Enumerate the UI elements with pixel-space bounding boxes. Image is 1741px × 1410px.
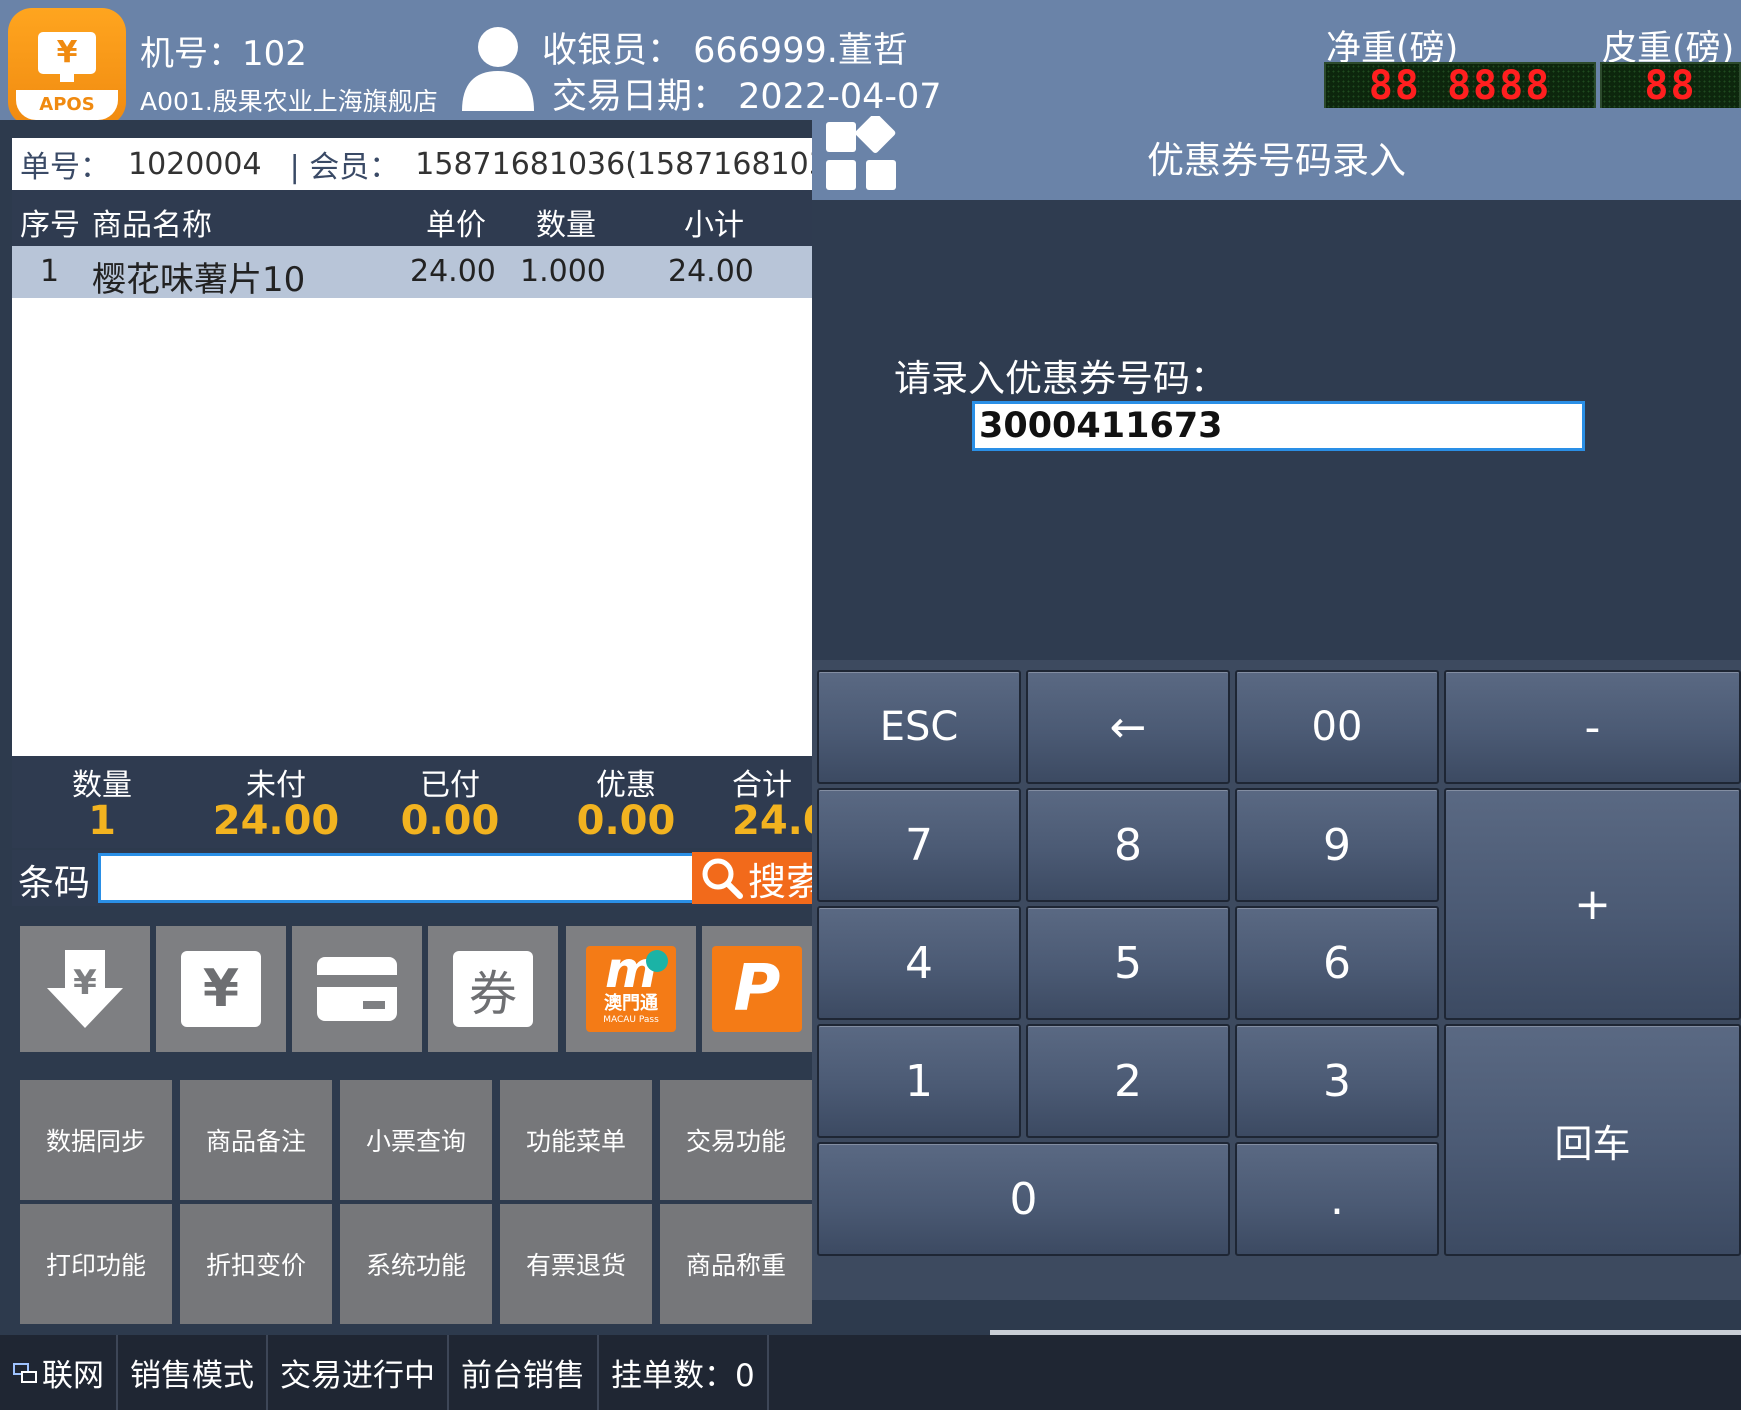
- search-icon: [702, 858, 743, 899]
- col-name: 商品名称: [92, 208, 212, 243]
- macau-pass-icon: m 澳門通 MACAU Pass: [586, 945, 676, 1032]
- row-seq: 1: [40, 254, 60, 289]
- row-subtotal: 24.00: [668, 254, 754, 289]
- decimal-key[interactable]: .: [1235, 1142, 1439, 1256]
- key-6[interactable]: 6: [1235, 906, 1439, 1020]
- user-icon: [462, 27, 534, 111]
- logo-screen-yen-icon: ¥: [38, 32, 96, 74]
- cash-drawer-yen-icon: ¥: [47, 950, 123, 1028]
- yen-cash-icon: ¥: [181, 951, 261, 1027]
- coupon-pay-button[interactable]: 券: [428, 926, 558, 1052]
- network-status-text: 联网: [42, 1358, 104, 1394]
- member-value: 15871681036(15871681036): [415, 146, 859, 182]
- cash-pay-button[interactable]: ¥: [156, 926, 286, 1052]
- plus-key[interactable]: +: [1444, 788, 1741, 1020]
- coupon-prompt: 请录入优惠券号码：: [894, 357, 1227, 400]
- cash-drawer-button[interactable]: ¥: [20, 926, 150, 1052]
- network-icon: [13, 1362, 37, 1383]
- table-row[interactable]: 1 樱花味薯片10 24.00 1.000 24.00: [12, 246, 812, 300]
- tare-weight-display: 88: [1600, 62, 1741, 110]
- card-pay-button[interactable]: [292, 926, 422, 1052]
- barcode-label: 条码: [18, 863, 91, 904]
- minus-key[interactable]: -: [1444, 670, 1741, 784]
- totals-bar: 数量 1 未付 24.00 已付 0.00 优惠 0.00 合计 24.00: [12, 756, 859, 848]
- numeric-keypad: ESC ← 00 - 7 8 9 + 4 5 6 1 2 3 回车 0 .: [812, 660, 1741, 1300]
- key-4[interactable]: 4: [817, 906, 1021, 1020]
- payment-methods: ¥ ¥ 券 m 澳門通 MACAU Pass P: [12, 918, 812, 1058]
- coupon-icon: 券: [453, 951, 533, 1027]
- logo-text: APOS: [16, 90, 118, 120]
- coupon-dialog: 优惠券号码录入 请录入优惠券号码： 3000411673 ESC ← 00 - …: [812, 108, 1741, 1300]
- key-7[interactable]: 7: [817, 788, 1021, 902]
- sales-type-status: 前台销售: [449, 1335, 599, 1410]
- unpaid-value: 24.00: [212, 798, 340, 844]
- barcode-row: 条码 搜索: [12, 850, 832, 906]
- double-zero-key[interactable]: 00: [1235, 670, 1439, 784]
- key-0[interactable]: 0: [817, 1142, 1230, 1256]
- net-weight-display: 88 8888: [1324, 62, 1596, 110]
- col-subtotal: 小计: [684, 208, 744, 243]
- row-qty: 1.000: [520, 254, 606, 289]
- macau-pass-caption: 澳門通: [604, 993, 658, 1014]
- key-9[interactable]: 9: [1235, 788, 1439, 902]
- key-5[interactable]: 5: [1026, 906, 1230, 1020]
- dialog-title-bar: 优惠券号码录入: [812, 108, 1741, 200]
- items-table-header: 序号 商品名称 单价 数量 小计: [12, 190, 812, 246]
- row-name: 樱花味薯片10: [92, 260, 306, 300]
- items-table[interactable]: 1 樱花味薯片10 24.00 1.000 24.00: [12, 246, 812, 756]
- logo-stand: [60, 74, 74, 82]
- macau-pass-subcaption: MACAU Pass: [603, 1015, 659, 1025]
- receipt-query-button[interactable]: 小票查询: [340, 1080, 492, 1200]
- bank-card-icon: [317, 957, 397, 1021]
- col-qty: 数量: [536, 208, 596, 243]
- col-seq: 序号: [20, 208, 80, 243]
- apos-logo: ¥ APOS: [8, 8, 126, 126]
- backspace-key[interactable]: ←: [1026, 670, 1230, 784]
- esc-key[interactable]: ESC: [817, 670, 1021, 784]
- background-strip: [812, 1300, 1741, 1330]
- key-3[interactable]: 3: [1235, 1024, 1439, 1138]
- system-function-button[interactable]: 系统功能: [340, 1204, 492, 1324]
- enter-key[interactable]: 回车: [1444, 1024, 1741, 1256]
- order-number: 1020004: [128, 146, 262, 182]
- mode-status: 销售模式: [118, 1335, 268, 1410]
- item-weigh-button[interactable]: 商品称重: [660, 1204, 812, 1324]
- status-bar: 联网 销售模式 交易进行中 前台销售 挂单数：0: [0, 1335, 1741, 1410]
- discount-price-button[interactable]: 折扣变价: [180, 1204, 332, 1324]
- macau-pass-button[interactable]: m 澳門通 MACAU Pass: [566, 926, 696, 1052]
- total-qty-value: 1: [88, 798, 116, 844]
- held-orders-status: 挂单数：0: [599, 1335, 769, 1410]
- macau-pass-dot: [646, 950, 668, 972]
- key-2[interactable]: 2: [1026, 1024, 1230, 1138]
- function-grid: 数据同步 商品备注 小票查询 功能菜单 交易功能 打印功能 折扣变价 系统功能 …: [12, 1072, 812, 1326]
- discount-value: 0.00: [576, 798, 676, 844]
- key-1[interactable]: 1: [817, 1024, 1021, 1138]
- data-sync-button[interactable]: 数据同步: [20, 1080, 172, 1200]
- network-status: 联网: [0, 1335, 118, 1410]
- receipt-return-button[interactable]: 有票退货: [500, 1204, 652, 1324]
- trade-state-status: 交易进行中: [268, 1335, 449, 1410]
- member-label: | 会员：: [289, 150, 400, 185]
- search-button[interactable]: 搜索: [692, 852, 832, 904]
- cash-drawer-yen-glyph: ¥: [73, 963, 97, 1003]
- machine-number: 机号：102: [140, 34, 307, 74]
- key-8[interactable]: 8: [1026, 788, 1230, 902]
- p-pay-icon: P: [712, 946, 802, 1032]
- paid-value: 0.00: [400, 798, 500, 844]
- store-name: A001.殷果农业上海旗舰店: [140, 87, 438, 116]
- cashier-info: 收银员： 666999.董哲: [542, 31, 908, 71]
- p-pay-button[interactable]: P: [702, 926, 812, 1052]
- dialog-title: 优惠券号码录入: [1147, 139, 1406, 182]
- print-function-button[interactable]: 打印功能: [20, 1204, 172, 1324]
- order-number-label: 单号：: [20, 150, 110, 185]
- col-price: 单价: [426, 208, 486, 243]
- coupon-number-input[interactable]: 3000411673: [972, 401, 1585, 451]
- barcode-input[interactable]: [98, 853, 698, 903]
- order-info-bar: 单号： 1020004 | 会员： 15871681036(1587168103…: [12, 138, 859, 190]
- item-note-button[interactable]: 商品备注: [180, 1080, 332, 1200]
- row-price: 24.00: [410, 254, 496, 289]
- function-menu-button[interactable]: 功能菜单: [500, 1080, 652, 1200]
- trade-function-button[interactable]: 交易功能: [660, 1080, 812, 1200]
